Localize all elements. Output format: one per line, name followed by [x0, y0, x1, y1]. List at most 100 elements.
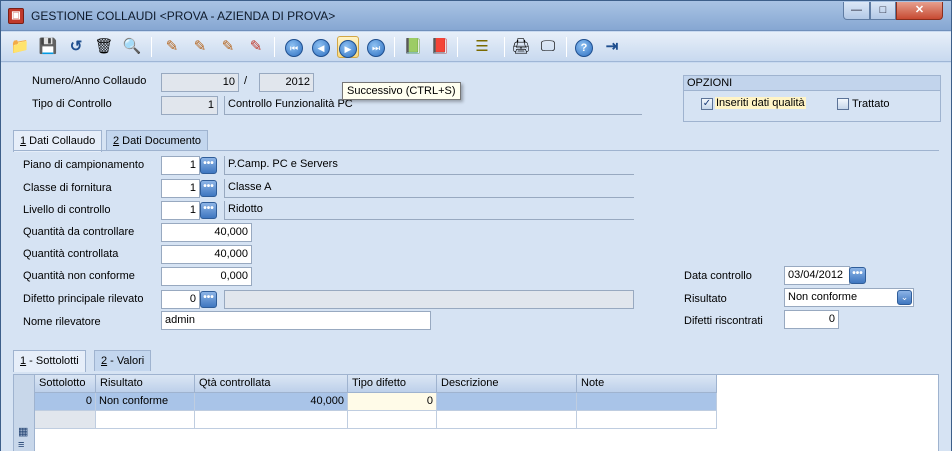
trattato-checkbox[interactable]: [837, 98, 849, 110]
nome-rilevatore-field[interactable]: admin: [161, 311, 431, 330]
main-window: ▣ GESTIONE COLLAUDI <PROVA - AZIENDA DI …: [0, 0, 952, 451]
calendar-button[interactable]: •••: [849, 267, 866, 284]
tipo-controllo-code-field[interactable]: 1: [161, 96, 218, 115]
piano-code-field[interactable]: 1: [161, 156, 200, 175]
classe-lookup-button[interactable]: •••: [200, 180, 217, 197]
tab-dati-collaudo[interactable]: 1 Dati Collaudo: [13, 130, 103, 152]
print-icon[interactable]: 🖨: [510, 36, 532, 58]
table-new-row-cell[interactable]: [437, 411, 577, 429]
tab-sottolotti[interactable]: 1 - Sottolotti: [13, 350, 86, 372]
save-icon[interactable]: 💾: [37, 36, 59, 58]
risultato-select[interactable]: Non conforme: [784, 288, 914, 307]
table-new-row-cell[interactable]: [35, 411, 96, 429]
prev-record-button[interactable]: ◀: [310, 36, 332, 58]
table-row-cell-tipo-difetto[interactable]: 0: [348, 393, 437, 411]
table-row-cell-descrizione[interactable]: [437, 393, 577, 411]
qta-non-conforme-field[interactable]: 0,000: [161, 267, 252, 286]
table-new-row-cell[interactable]: [577, 411, 717, 429]
window-title: GESTIONE COLLAUDI <PROVA - AZIENDA DI PR…: [31, 9, 336, 23]
first-record-button[interactable]: ⏮: [283, 36, 305, 58]
data-controllo-field[interactable]: 03/04/2012: [784, 266, 850, 285]
help-button[interactable]: ?: [573, 36, 595, 58]
classe-label: Classe di fornitura: [23, 182, 112, 194]
book-red-icon[interactable]: 📕: [429, 36, 451, 58]
exit-icon[interactable]: ⇥: [601, 36, 623, 58]
difetto-code-field[interactable]: 0: [161, 290, 200, 309]
toolbar-separator: [394, 37, 395, 57]
tab-dati-documento[interactable]: 2 Dati Documento: [106, 130, 209, 151]
numero-anno-label: Numero/Anno Collaudo: [32, 75, 147, 87]
col-descrizione[interactable]: Descrizione: [437, 375, 577, 393]
minimize-button[interactable]: —: [843, 2, 870, 20]
grid-list-icon[interactable]: ≡: [18, 439, 24, 451]
livello-lookup-button[interactable]: •••: [200, 202, 217, 219]
last-record-button[interactable]: ⏭: [365, 36, 387, 58]
difetto-label: Difetto principale rilevato: [23, 293, 144, 305]
col-note[interactable]: Note: [577, 375, 717, 393]
toolbar-separator: [504, 37, 505, 57]
livello-code-field[interactable]: 1: [161, 201, 200, 220]
table-row-cell-note[interactable]: [577, 393, 717, 411]
col-qta-controllata[interactable]: Qtà controllata: [195, 375, 348, 393]
tab-valori[interactable]: 2 - Valori: [94, 350, 152, 371]
prev-icon: ◀: [312, 39, 330, 57]
options-group: OPZIONI ✓ Inseriti dati qualità Trattato: [683, 75, 941, 122]
livello-desc-field: Ridotto: [224, 201, 634, 220]
qta-da-controllare-label: Quantità da controllare: [23, 226, 135, 238]
book-green-icon[interactable]: 📗: [402, 36, 424, 58]
title-bar[interactable]: ▣ GESTIONE COLLAUDI <PROVA - AZIENDA DI …: [1, 1, 951, 31]
table-row-cell-qta[interactable]: 40,000: [195, 393, 348, 411]
difetto-lookup-button[interactable]: •••: [200, 291, 217, 308]
tipo-controllo-label: Tipo di Controllo: [32, 98, 112, 110]
edit-prev-icon[interactable]: ✎: [189, 36, 211, 58]
toolbar-separator: [566, 37, 567, 57]
first-icon: ⏮: [285, 39, 303, 57]
edit-next-icon[interactable]: ✎: [217, 36, 239, 58]
maximize-button[interactable]: □: [870, 2, 896, 20]
help-icon: ?: [575, 39, 593, 57]
col-sottolotto[interactable]: Sottolotto: [35, 375, 96, 393]
edit-cancel-icon[interactable]: ✎: [245, 36, 267, 58]
form-panel: Numero/Anno Collaudo 10 / 2012 Tipo di C…: [1, 63, 951, 451]
qta-non-conforme-label: Quantità non conforme: [23, 270, 135, 282]
table-new-row-cell[interactable]: [195, 411, 348, 429]
table-new-row-cell[interactable]: [348, 411, 437, 429]
list-dropdown-icon[interactable]: ☰: [465, 36, 499, 58]
livello-label: Livello di controllo: [23, 204, 111, 216]
sottolotti-grid: ▦ ≡ Sottolotto Risultato Qtà controllata…: [13, 374, 939, 451]
bottom-tabs: 1 - Sottolotti 2 - Valori: [13, 350, 173, 372]
delete-icon[interactable]: 🗑: [93, 36, 115, 58]
inseriti-dati-checkbox[interactable]: ✓: [701, 98, 713, 110]
table-row-cell-sottolotto[interactable]: 0: [35, 393, 96, 411]
piano-desc-field: P.Camp. PC e Servers: [224, 156, 634, 175]
edit-first-icon[interactable]: ✎: [161, 36, 183, 58]
qta-controllata-field[interactable]: 40,000: [161, 245, 252, 264]
risultato-label: Risultato: [684, 293, 727, 305]
anno-collaudo-field[interactable]: 2012: [259, 73, 314, 92]
grid-tool-icon[interactable]: ▦: [18, 425, 28, 438]
close-button[interactable]: ✕: [896, 2, 943, 20]
search-icon[interactable]: 🔍: [121, 36, 143, 58]
qta-controllata-label: Quantità controllata: [23, 248, 119, 260]
chevron-down-icon[interactable]: ⌄: [897, 290, 912, 305]
tooltip-next: Successivo (CTRL+S): [342, 82, 461, 100]
numero-collaudo-field[interactable]: 10: [161, 73, 239, 92]
screen-icon[interactable]: 🖵: [537, 36, 559, 58]
table-new-row-cell[interactable]: [96, 411, 195, 429]
col-tipo-difetto[interactable]: Tipo difetto: [348, 375, 437, 393]
piano-label: Piano di campionamento: [23, 159, 145, 171]
new-record-icon[interactable]: 📁: [9, 36, 31, 58]
difetti-riscontrati-label: Difetti riscontrati: [684, 315, 763, 327]
next-record-button[interactable]: ▶: [337, 36, 359, 58]
piano-lookup-button[interactable]: •••: [200, 157, 217, 174]
table-row-cell-risultato[interactable]: Non conforme: [96, 393, 195, 411]
app-icon[interactable]: ▣: [8, 8, 24, 24]
col-risultato[interactable]: Risultato: [96, 375, 195, 393]
qta-da-controllare-field[interactable]: 40,000: [161, 223, 252, 242]
inseriti-dati-label: Inseriti dati qualità: [715, 97, 806, 109]
classe-code-field[interactable]: 1: [161, 179, 200, 198]
difetti-riscontrati-field[interactable]: 0: [784, 310, 839, 329]
next-icon: ▶: [339, 40, 357, 58]
undo-icon[interactable]: ↺: [65, 36, 87, 58]
grid-row-header: ▦ ≡: [14, 375, 35, 451]
